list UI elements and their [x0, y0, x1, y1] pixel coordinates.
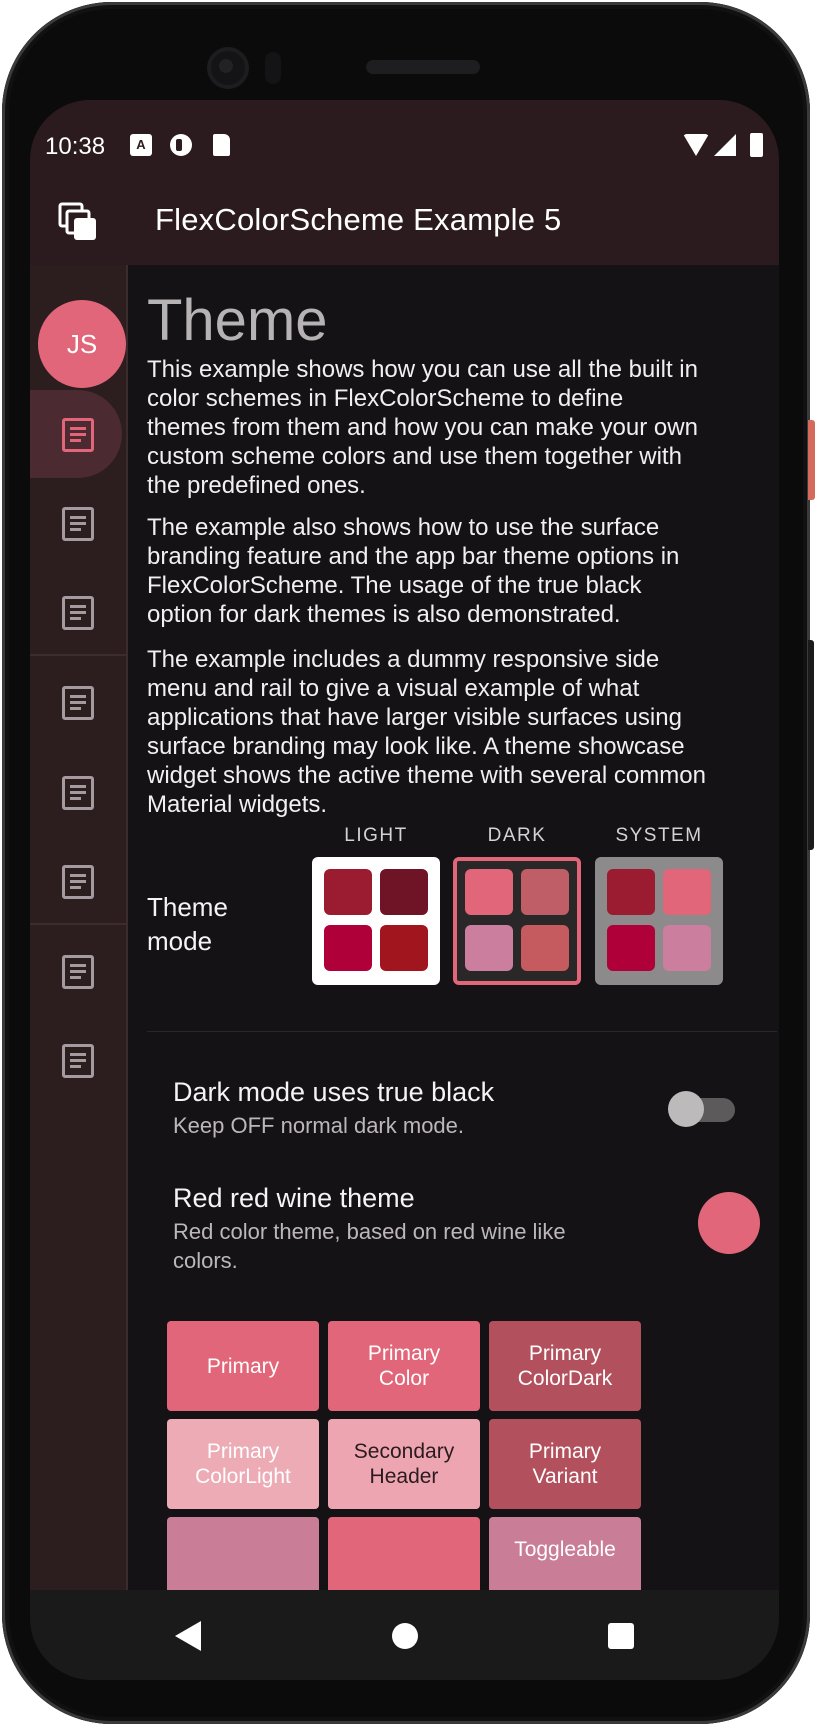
rail-item-1[interactable]	[30, 390, 122, 478]
status-bar: 10:38 A	[30, 100, 779, 190]
rail-item-8[interactable]	[30, 1016, 126, 1104]
home-icon[interactable]	[392, 1623, 418, 1649]
sd-card-icon	[213, 134, 230, 156]
main-content: Theme This example shows how you can use…	[128, 265, 779, 1590]
color-swatch	[465, 869, 513, 915]
theme-mode-light-label: LIGHT	[344, 825, 408, 846]
color-swatch	[663, 925, 711, 971]
rail-divider	[30, 654, 126, 656]
primary-button[interactable]: Primary	[167, 1321, 319, 1411]
true-black-subtitle: Keep OFF normal dark mode.	[173, 1113, 465, 1138]
rail-item-3[interactable]	[30, 568, 126, 656]
theme-mode-dark-label: DARK	[487, 825, 547, 846]
article-icon	[62, 776, 94, 810]
notification-a-icon: A	[130, 134, 152, 156]
avatar[interactable]: JS	[38, 300, 126, 388]
volume-button	[808, 640, 814, 850]
screen: 10:38 A FlexColorScheme Example 5 JS The…	[30, 100, 779, 1680]
rail-item-6[interactable]	[30, 837, 126, 925]
color-swatch	[607, 925, 655, 971]
theme-mode-system-label: SYSTEM	[615, 825, 703, 846]
article-icon	[62, 596, 94, 630]
front-camera	[207, 47, 249, 89]
scheme-color-indicator[interactable]	[698, 1192, 760, 1254]
page-title: Theme	[147, 288, 328, 353]
scheme-subtitle: Red color theme, based on red wine like …	[173, 1219, 566, 1273]
rail-divider	[30, 923, 126, 925]
app-title: FlexColorScheme Example 5	[155, 202, 562, 237]
primary-variant-button[interactable]: Primary Variant	[489, 1419, 641, 1509]
secondary-header-button[interactable]: Secondary Header	[328, 1419, 480, 1509]
wifi-icon	[683, 134, 709, 156]
article-icon	[62, 418, 94, 452]
battery-icon	[750, 133, 763, 157]
rail-item-2[interactable]	[30, 479, 126, 567]
theme-mode-system-option[interactable]	[595, 857, 723, 985]
copy-pages-icon[interactable]	[58, 202, 98, 242]
recent-apps-icon[interactable]	[608, 1623, 634, 1649]
color-swatch	[380, 869, 428, 915]
navigation-rail: JS	[30, 265, 126, 1590]
article-icon	[62, 955, 94, 989]
primary-color-dark-button[interactable]: Primary ColorDark	[489, 1321, 641, 1411]
rail-item-5[interactable]	[30, 748, 126, 836]
color-swatch	[521, 869, 569, 915]
intro-paragraph-2: The example also shows how to use the su…	[147, 514, 680, 628]
article-icon	[62, 686, 94, 720]
color-swatch	[380, 925, 428, 971]
color-swatch	[663, 869, 711, 915]
intro-paragraph-1: This example shows how you can use all t…	[147, 356, 698, 499]
scheme-title: Red red wine theme	[173, 1183, 415, 1213]
cell-signal-icon	[714, 134, 736, 156]
sensor	[265, 52, 281, 84]
power-button	[808, 420, 815, 500]
theme-mode-label: Theme mode	[147, 892, 228, 956]
rail-item-7[interactable]	[30, 927, 126, 1015]
color-swatch	[324, 925, 372, 971]
color-swatch	[465, 925, 513, 971]
theme-mode-dark-option[interactable]	[453, 857, 581, 985]
color-swatch	[607, 869, 655, 915]
app-bar: FlexColorScheme Example 5	[30, 190, 779, 265]
color-button-7[interactable]	[167, 1517, 319, 1590]
color-swatch	[521, 925, 569, 971]
color-swatch	[324, 869, 372, 915]
system-nav-bar	[30, 1590, 779, 1680]
back-icon[interactable]	[175, 1621, 201, 1651]
rail-item-4[interactable]	[30, 658, 126, 746]
primary-color-button[interactable]: Primary Color	[328, 1321, 480, 1411]
theme-mode-light-option[interactable]	[312, 857, 440, 985]
article-icon	[62, 507, 94, 541]
section-divider	[147, 1031, 777, 1032]
article-icon	[62, 865, 94, 899]
toggleable-button[interactable]: Toggleable	[489, 1517, 641, 1590]
true-black-switch-thumb[interactable]	[668, 1091, 704, 1127]
notification-app-icon	[170, 134, 192, 156]
color-button-8[interactable]	[328, 1517, 480, 1590]
primary-color-light-button[interactable]: Primary ColorLight	[167, 1419, 319, 1509]
intro-paragraph-3: The example includes a dummy responsive …	[147, 646, 706, 818]
status-time: 10:38	[45, 133, 106, 160]
true-black-title: Dark mode uses true black	[173, 1077, 495, 1107]
article-icon	[62, 1044, 94, 1078]
earpiece-speaker	[366, 60, 480, 74]
